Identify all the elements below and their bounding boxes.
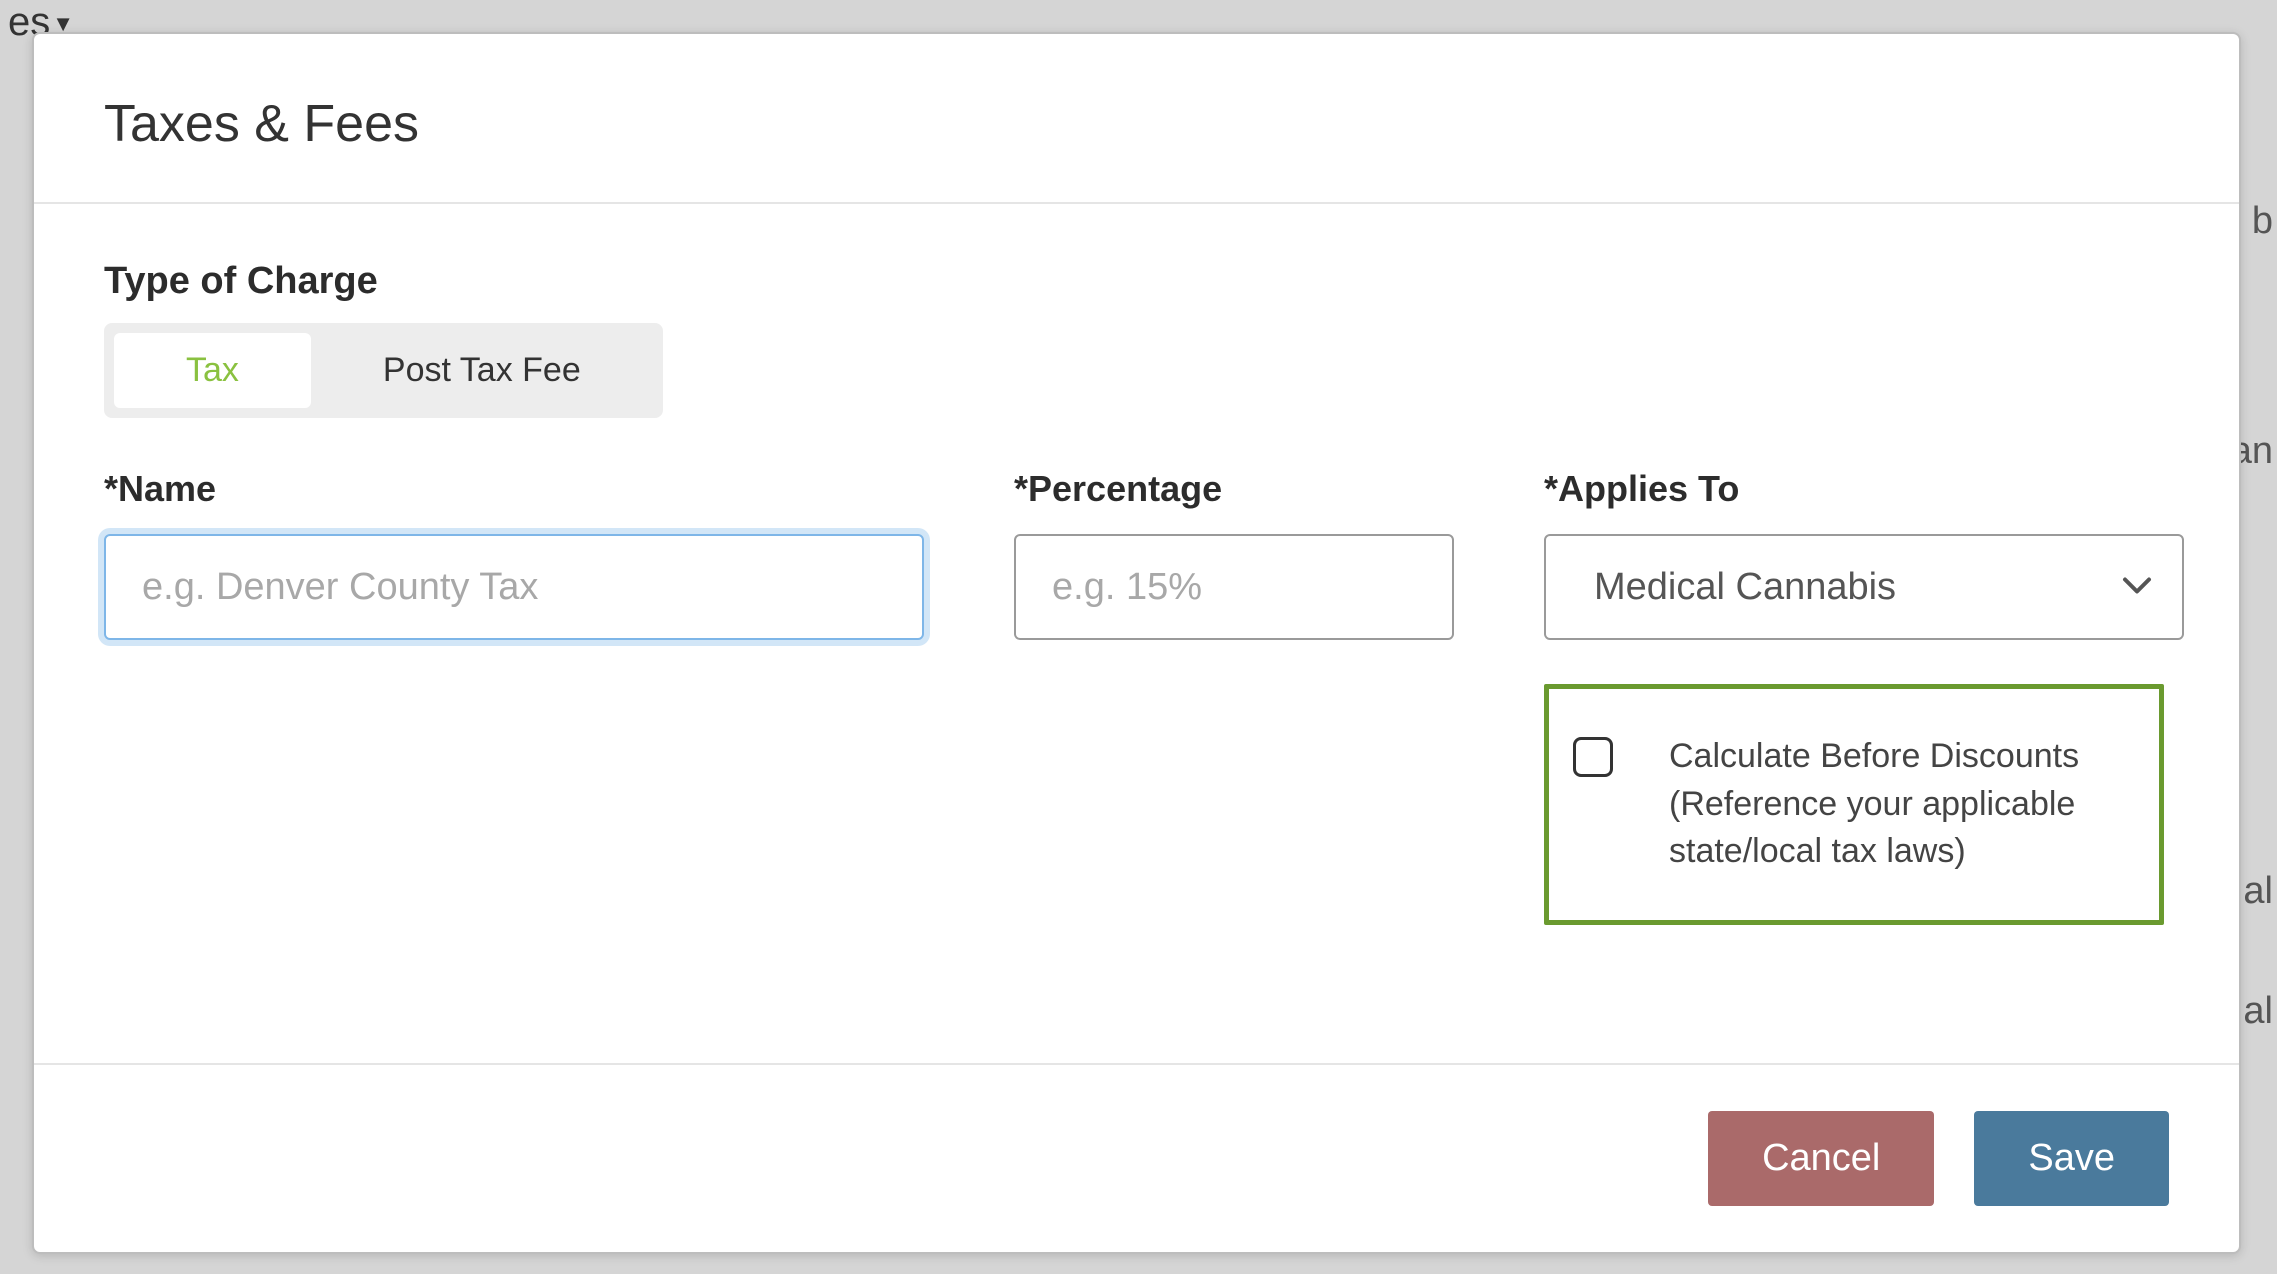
applies-to-label: *Applies To xyxy=(1544,468,2184,510)
percentage-field-group: *Percentage xyxy=(1014,468,1454,640)
applies-to-field-group: *Applies To Medical Cannabis Calculate B… xyxy=(1544,468,2184,925)
cancel-button[interactable]: Cancel xyxy=(1708,1111,1934,1206)
modal-footer: Cancel Save xyxy=(34,1065,2239,1252)
name-input[interactable] xyxy=(104,534,924,640)
save-button[interactable]: Save xyxy=(1974,1111,2169,1206)
type-of-charge-toggle: Tax Post Tax Fee xyxy=(104,323,663,418)
modal-title: Taxes & Fees xyxy=(104,94,2169,154)
type-of-charge-label: Type of Charge xyxy=(104,260,2169,303)
applies-to-select[interactable]: Medical Cannabis xyxy=(1544,534,2184,640)
calculate-before-discounts-label: Calculate Before Discounts (Reference yo… xyxy=(1669,733,2123,876)
charge-type-tax[interactable]: Tax xyxy=(114,333,311,408)
percentage-input[interactable] xyxy=(1014,534,1454,640)
name-field-group: *Name xyxy=(104,468,924,640)
percentage-label: *Percentage xyxy=(1014,468,1454,510)
calculate-before-discounts-checkbox[interactable] xyxy=(1573,737,1613,777)
calculate-before-discounts-box: Calculate Before Discounts (Reference yo… xyxy=(1544,684,2164,925)
form-row: *Name *Percentage *Applies To Medical Ca… xyxy=(104,468,2169,925)
charge-type-post-tax-fee[interactable]: Post Tax Fee xyxy=(311,333,653,408)
modal-body: Type of Charge Tax Post Tax Fee *Name *P… xyxy=(34,204,2239,1065)
name-label: *Name xyxy=(104,468,924,510)
modal-header: Taxes & Fees xyxy=(34,34,2239,204)
taxes-fees-modal: Taxes & Fees Type of Charge Tax Post Tax… xyxy=(32,32,2241,1254)
